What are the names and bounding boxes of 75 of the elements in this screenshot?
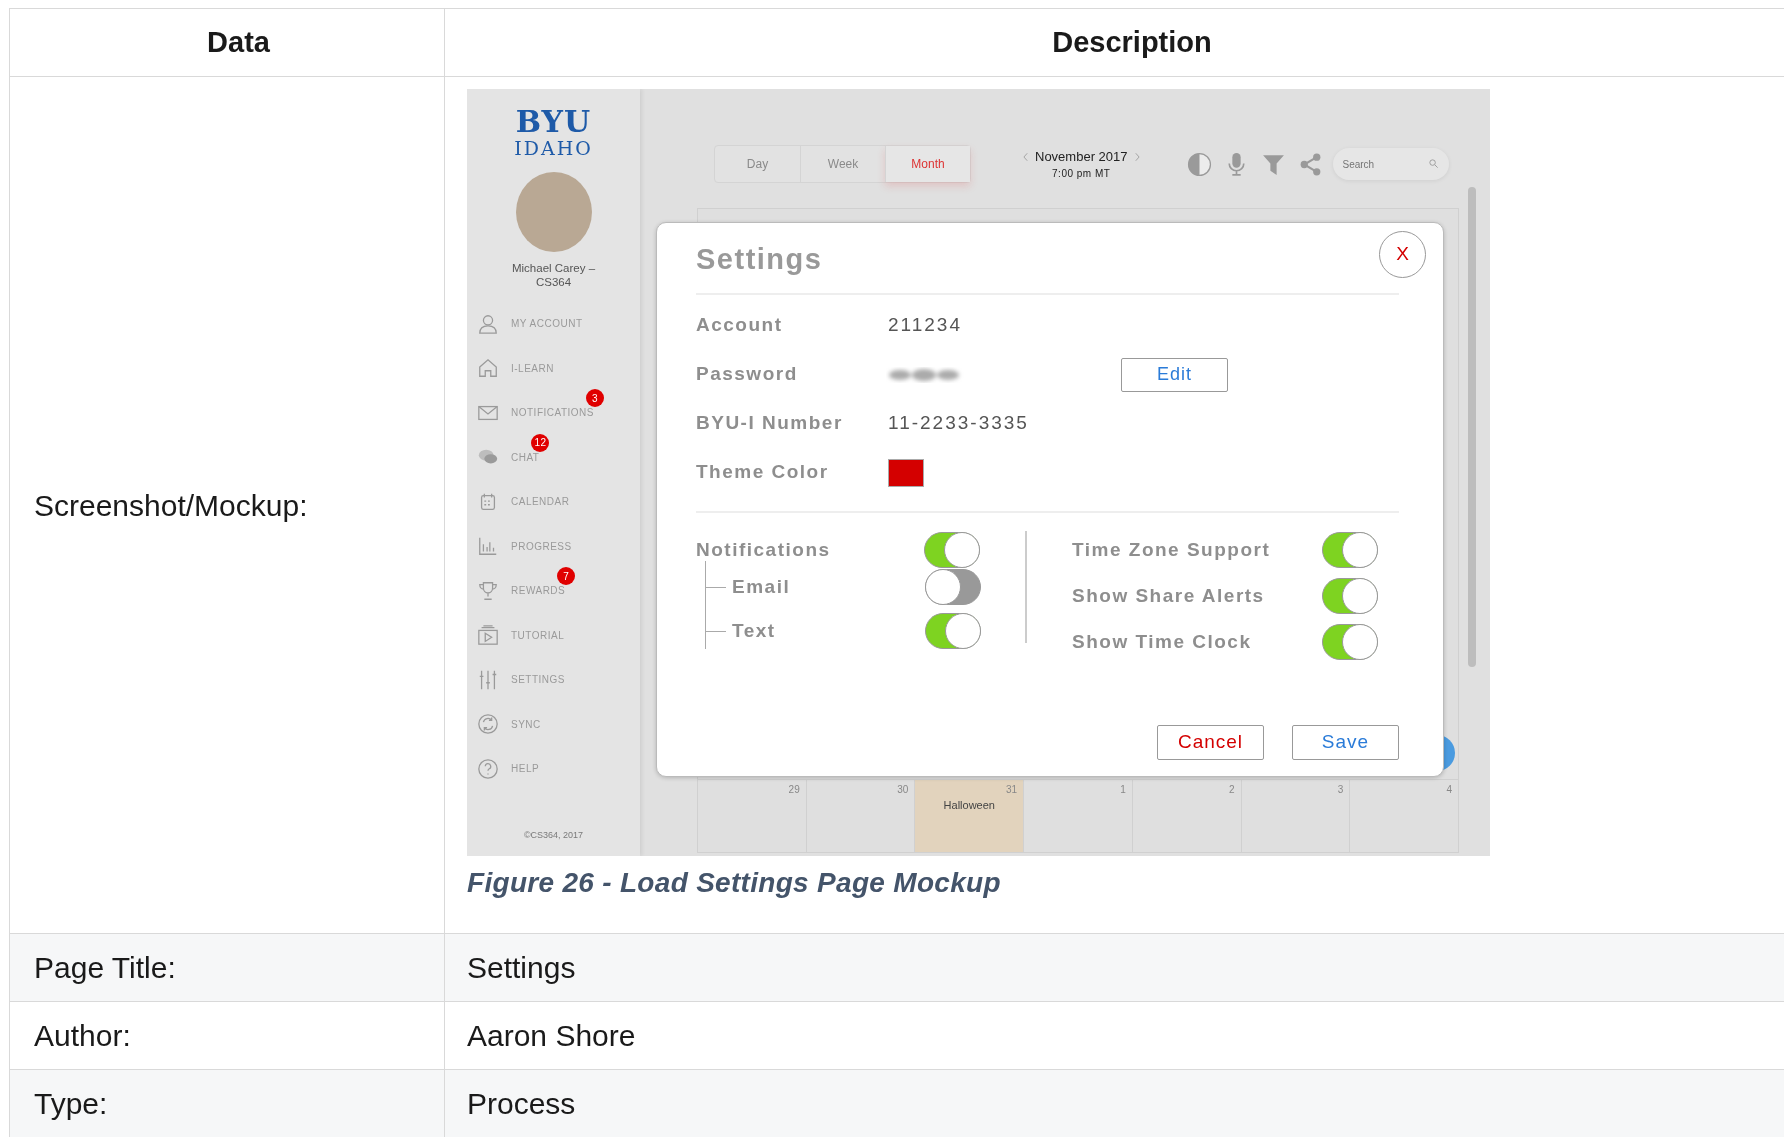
sync-icon — [477, 713, 499, 736]
copyright-text: ©CS364, 2017 — [523, 828, 584, 842]
toggle-label: Text — [732, 618, 777, 643]
count-badge: 3 — [586, 389, 604, 408]
contrast-icon[interactable] — [1186, 151, 1212, 177]
month-label: November 2017 — [1035, 147, 1128, 166]
toggle-label: Notifications — [696, 537, 832, 562]
home-icon — [477, 357, 499, 380]
toggle-switch[interactable] — [924, 532, 980, 568]
calendar-date: 4 — [1446, 783, 1453, 797]
figure-caption: Figure 26 - Load Settings Page Mockup — [467, 866, 1002, 900]
logo-text: BYU — [515, 107, 592, 137]
video-icon — [477, 624, 499, 647]
row-value: Process — [444, 1069, 1784, 1137]
field-label: BYU-I Number — [696, 411, 844, 436]
row-label: Type: — [9, 1069, 445, 1137]
toggle-switch[interactable] — [1322, 578, 1378, 614]
toggle-label: Show Time Clock — [1072, 629, 1253, 654]
color-swatch[interactable] — [888, 458, 924, 487]
view-tab[interactable]: Day — [715, 146, 800, 182]
nav-item[interactable]: HELP — [467, 746, 640, 791]
time-label: 7:00 pm MT — [1052, 167, 1111, 182]
field-label: Theme Color — [696, 460, 830, 485]
calendar-date: 1 — [1120, 783, 1126, 797]
calendar-date: 30 — [897, 783, 909, 797]
nav-item[interactable]: SYNC — [467, 701, 640, 747]
save-button[interactable]: Save — [1292, 725, 1399, 760]
nav-item[interactable]: NOTIFICATIONS 3 — [467, 390, 640, 435]
row-value: Settings — [444, 933, 1784, 1002]
toggle-switch[interactable] — [925, 613, 981, 649]
user-name: Michael Carey – CS364 — [510, 261, 597, 290]
calendar-date: 31 — [1006, 783, 1018, 797]
search-field[interactable]: Search — [1332, 148, 1449, 180]
cancel-button[interactable]: Cancel — [1157, 725, 1264, 760]
scrollbar[interactable] — [1468, 187, 1476, 667]
search-icon[interactable] — [1427, 158, 1439, 169]
close-button[interactable]: X — [1379, 230, 1426, 278]
toggle-label: Show Share Alerts — [1072, 583, 1266, 608]
logo-text: IDAHO — [514, 137, 593, 160]
field-label: Password — [696, 362, 799, 387]
help-icon — [477, 757, 499, 780]
event-label[interactable]: Halloween — [943, 797, 995, 814]
count-badge: 12 — [531, 433, 550, 452]
nav-item[interactable]: TUTORIAL — [467, 612, 640, 658]
field-value: 11-2233-3335 — [888, 411, 1029, 436]
calendar-date: 3 — [1337, 783, 1344, 797]
toggle-label: Time Zone Support — [1072, 537, 1272, 562]
column-header: Data — [9, 8, 445, 77]
nav-item[interactable]: REWARDS 7 — [467, 568, 640, 613]
toggle-switch[interactable] — [925, 569, 981, 605]
nav-item[interactable]: CHAT 12 — [467, 434, 640, 480]
column-header: Description — [444, 8, 1784, 77]
row-label: Page Title: — [9, 933, 445, 1002]
calendar-date: 29 — [788, 783, 800, 797]
toggle-switch[interactable] — [1322, 624, 1378, 660]
field-value: 211234 — [888, 313, 962, 338]
field-label: Account — [696, 313, 784, 338]
nav-item[interactable]: SETTINGS — [467, 657, 640, 702]
user-icon — [477, 312, 499, 335]
bar-chart-icon — [477, 535, 499, 558]
toggle-label: Email — [732, 574, 792, 599]
nav-item[interactable]: MY ACCOUNT — [467, 301, 640, 346]
count-badge: 7 — [557, 567, 576, 586]
sliders-icon — [477, 668, 499, 691]
edit-button[interactable]: Edit — [1121, 357, 1228, 392]
nav-item[interactable]: CALENDAR — [467, 479, 640, 524]
nav-item[interactable]: I-LEARN — [467, 345, 640, 391]
nav-item[interactable]: PROGRESS — [467, 523, 640, 569]
toggle-switch[interactable] — [1322, 532, 1378, 568]
row-label: Author: — [9, 1001, 445, 1070]
dialog-title: Settings — [696, 242, 823, 278]
view-tab[interactable]: Month — [885, 146, 970, 182]
calendar-date: 2 — [1229, 783, 1235, 797]
row-label: Screenshot/Mockup: — [9, 76, 445, 934]
trophy-icon — [477, 579, 499, 602]
